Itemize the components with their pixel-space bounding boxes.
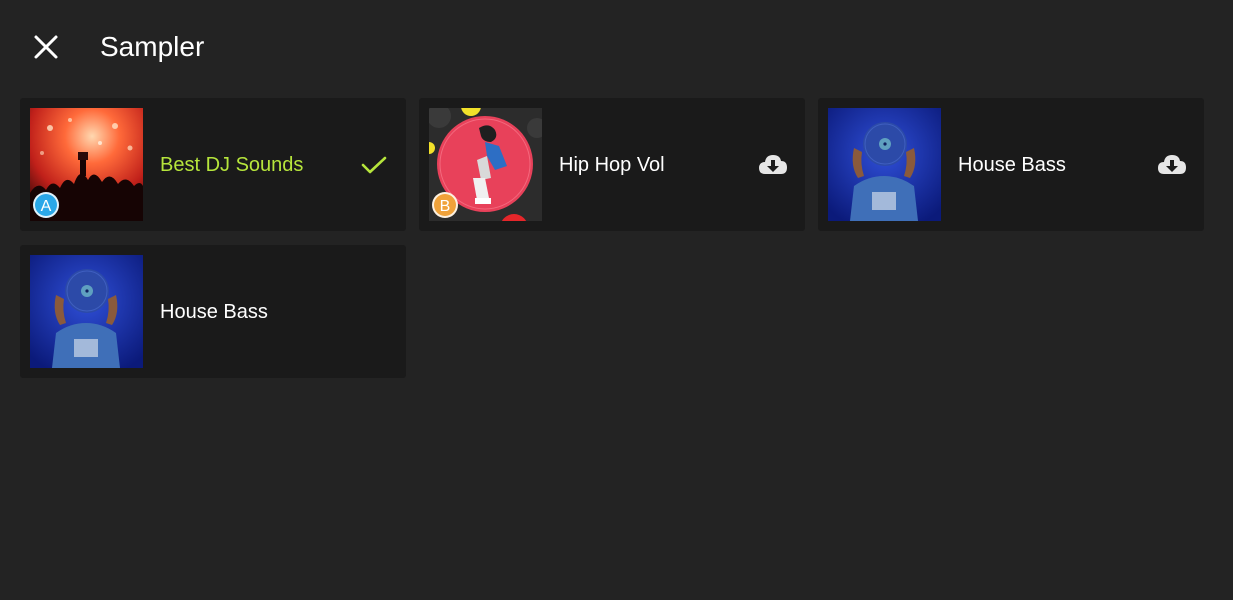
sampler-label: Best DJ Sounds [160, 154, 304, 176]
sampler-thumbnail [828, 108, 941, 221]
sampler-badge-b: B [432, 192, 458, 218]
sampler-card-house-bass[interactable]: House Bass [818, 98, 1204, 231]
sampler-thumbnail: B [429, 108, 542, 221]
selected-indicator [358, 150, 390, 180]
header-bar: Sampler [0, 0, 1233, 94]
sampler-thumbnail [30, 255, 143, 368]
sampler-badge-a: A [33, 192, 59, 218]
cloud-download-icon [1158, 155, 1186, 174]
sampler-card-house-bass-2[interactable]: House Bass [20, 245, 406, 378]
sampler-label: Hip Hop Vol [559, 154, 665, 176]
sampler-label: House Bass [958, 154, 1066, 176]
cloud-download-icon [759, 155, 787, 174]
download-button[interactable] [1156, 150, 1188, 180]
vinyl-face-image [828, 108, 941, 221]
sampler-card-hip-hop-vol[interactable]: B Hip Hop Vol [419, 98, 805, 231]
download-button[interactable] [757, 150, 789, 180]
vinyl-face-image [30, 255, 143, 368]
sampler-card-best-dj-sounds[interactable]: A Best DJ Sounds [20, 98, 406, 231]
sampler-label: House Bass [160, 301, 268, 323]
close-button[interactable] [26, 27, 66, 67]
checkmark-icon [361, 156, 387, 174]
close-icon [34, 35, 58, 59]
sampler-thumbnail: A [30, 108, 143, 221]
page-title: Sampler [100, 31, 205, 62]
